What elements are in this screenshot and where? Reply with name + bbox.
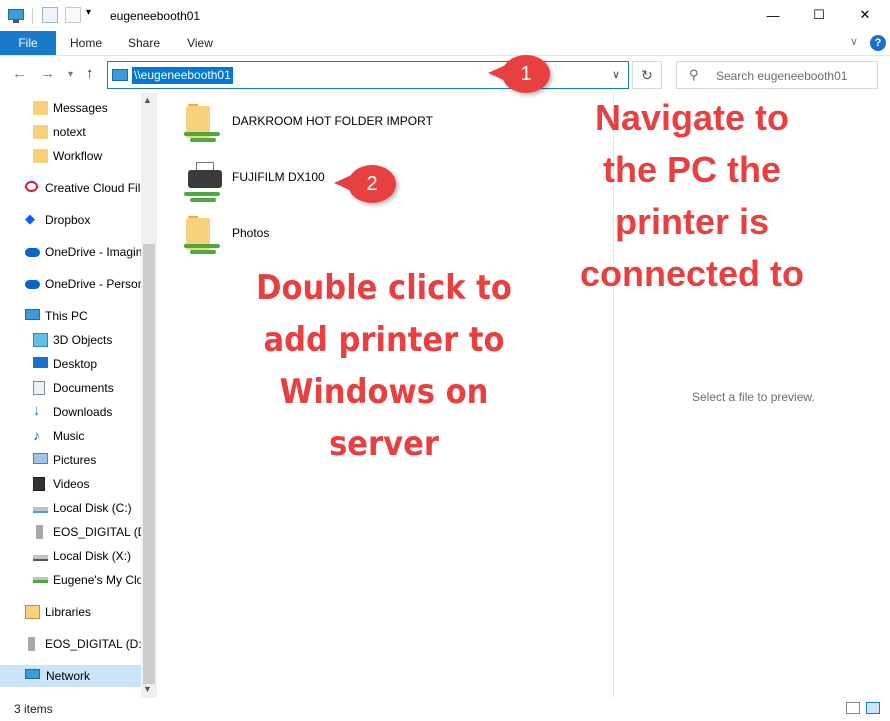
documents-icon xyxy=(33,381,45,395)
file-name: Photos xyxy=(232,226,270,240)
sidebar-item-3d-objects[interactable]: 3D Objects xyxy=(33,329,143,351)
onedrive-icon xyxy=(25,248,40,257)
customize-toolbar-icon[interactable]: ▾ xyxy=(86,7,102,23)
sidebar-item-onedrive-imagin[interactable]: OneDrive - Imagin xyxy=(25,241,143,263)
sidebar-item-pictures[interactable]: Pictures xyxy=(33,449,143,471)
disk-icon xyxy=(33,555,48,561)
list-item[interactable]: Photos xyxy=(172,214,432,264)
sidebar-item-local-disk-x[interactable]: Local Disk (X:) xyxy=(33,545,143,567)
close-button[interactable]: ✕ xyxy=(842,0,888,30)
maximize-button[interactable]: ☐ xyxy=(796,0,842,30)
sidebar-item-workflow[interactable]: Workflow xyxy=(33,145,143,167)
forward-button[interactable]: → xyxy=(40,65,55,82)
recent-locations-icon[interactable]: ▾ xyxy=(68,69,73,80)
network-drive-icon xyxy=(33,577,48,583)
sidebar-item-creative-cloud[interactable]: Creative Cloud Fil xyxy=(25,177,143,199)
disk-icon xyxy=(33,507,48,513)
sidebar-item-eugenes-cloud[interactable]: Eugene's My Clo xyxy=(33,569,143,591)
file-name: FUJIFILM DX100 xyxy=(232,170,325,184)
printer-icon xyxy=(182,158,222,202)
onedrive-icon xyxy=(25,280,40,289)
refresh-button[interactable]: ↻ xyxy=(632,61,662,89)
ribbon: File Home Share View ∨ ? xyxy=(0,31,890,56)
tab-file[interactable]: File xyxy=(0,31,56,55)
chevron-down-icon[interactable]: ∨ xyxy=(612,68,620,81)
title-bar: ▾ eugeneebooth01 — ☐ ✕ xyxy=(0,0,890,32)
network-icon xyxy=(25,669,40,679)
desktop-icon xyxy=(33,357,48,368)
up-button[interactable]: ↑ xyxy=(86,65,94,82)
dropbox-icon: ◆ xyxy=(25,211,35,226)
address-text[interactable]: \\eugeneebooth01 xyxy=(132,67,233,84)
videos-icon xyxy=(33,477,45,491)
scroll-down-icon[interactable]: ▼ xyxy=(143,684,152,694)
shared-folder-icon xyxy=(182,214,220,258)
status-bar: 3 items xyxy=(0,698,890,721)
tab-share[interactable]: Share xyxy=(118,31,170,55)
sidebar-scroll-thumb[interactable] xyxy=(143,244,155,684)
libraries-icon xyxy=(25,605,40,619)
sidebar-item-local-disk-c[interactable]: Local Disk (C:) xyxy=(33,497,143,519)
details-view-icon[interactable] xyxy=(846,702,860,714)
sidebar-item-eos-digital-d[interactable]: EOS_DIGITAL (D:) xyxy=(25,633,143,655)
annotation-navigate: Navigate to the PC the printer is connec… xyxy=(579,97,804,294)
sidebar-item-libraries[interactable]: Libraries xyxy=(25,601,143,623)
navigation-bar: ← → ▾ ↑ \\eugeneebooth01 ∨ ↻ ⚲ Search eu… xyxy=(0,57,890,93)
music-icon: ♪ xyxy=(33,427,40,443)
folder-icon xyxy=(33,149,48,163)
search-icon: ⚲ xyxy=(689,67,699,82)
sidebar-item-dropbox[interactable]: ◆ Dropbox xyxy=(25,209,143,231)
pc-icon xyxy=(25,309,40,320)
tab-view[interactable]: View xyxy=(176,31,224,55)
sidebar-item-downloads[interactable]: ↓ Downloads xyxy=(33,401,143,423)
file-name: DARKROOM HOT FOLDER IMPORT xyxy=(232,114,433,128)
expand-ribbon-icon[interactable]: ∨ xyxy=(850,35,858,48)
callout-badge-2: 2 xyxy=(348,165,396,203)
folder-icon xyxy=(33,125,48,139)
pc-icon xyxy=(8,7,24,23)
pictures-icon xyxy=(33,453,48,464)
properties-icon[interactable] xyxy=(42,7,58,23)
usb-drive-icon xyxy=(36,525,43,539)
sidebar-item-videos[interactable]: Videos xyxy=(33,473,143,495)
preview-message: Select a file to preview. xyxy=(692,390,815,404)
folder-icon xyxy=(33,101,48,115)
creative-cloud-icon xyxy=(25,181,38,192)
scroll-up-icon[interactable]: ▲ xyxy=(143,95,152,105)
sidebar-item-messages[interactable]: Messages xyxy=(33,97,143,119)
downloads-icon: ↓ xyxy=(33,402,41,419)
item-count: 3 items xyxy=(14,702,53,716)
tab-home[interactable]: Home xyxy=(60,31,112,55)
help-icon[interactable]: ? xyxy=(870,35,886,51)
list-item[interactable]: DARKROOM HOT FOLDER IMPORT xyxy=(172,102,433,152)
pc-icon xyxy=(112,69,128,81)
shared-folder-icon xyxy=(182,102,220,146)
sidebar-item-eos-digital[interactable]: EOS_DIGITAL (D: xyxy=(33,521,143,543)
address-bar[interactable]: \\eugeneebooth01 ∨ xyxy=(107,61,629,89)
annotation-double-click: Double click to add printer to Windows o… xyxy=(256,268,512,464)
sidebar-item-desktop[interactable]: Desktop xyxy=(33,353,143,375)
sidebar-item-music[interactable]: ♪ Music xyxy=(33,425,143,447)
sidebar-item-notext[interactable]: notext xyxy=(33,121,143,143)
new-folder-icon[interactable] xyxy=(65,7,81,23)
minimize-button[interactable]: — xyxy=(750,0,796,30)
window-title: eugeneebooth01 xyxy=(110,9,201,23)
navigation-pane: Messages notext Workflow Creative Cloud … xyxy=(0,93,157,698)
back-button[interactable]: ← xyxy=(12,65,27,82)
callout-badge-1: 1 xyxy=(502,55,550,93)
sidebar-item-this-pc[interactable]: This PC xyxy=(25,305,143,327)
large-icons-view-icon[interactable] xyxy=(866,702,880,714)
3d-objects-icon xyxy=(33,333,48,347)
search-input[interactable]: ⚲ Search eugeneebooth01 xyxy=(676,61,878,89)
search-placeholder: Search eugeneebooth01 xyxy=(716,69,848,83)
sidebar-item-network[interactable]: Network xyxy=(0,665,141,687)
sidebar-item-documents[interactable]: Documents xyxy=(33,377,143,399)
usb-drive-icon xyxy=(28,637,35,651)
sidebar-item-onedrive-person[interactable]: OneDrive - Person xyxy=(25,273,143,295)
